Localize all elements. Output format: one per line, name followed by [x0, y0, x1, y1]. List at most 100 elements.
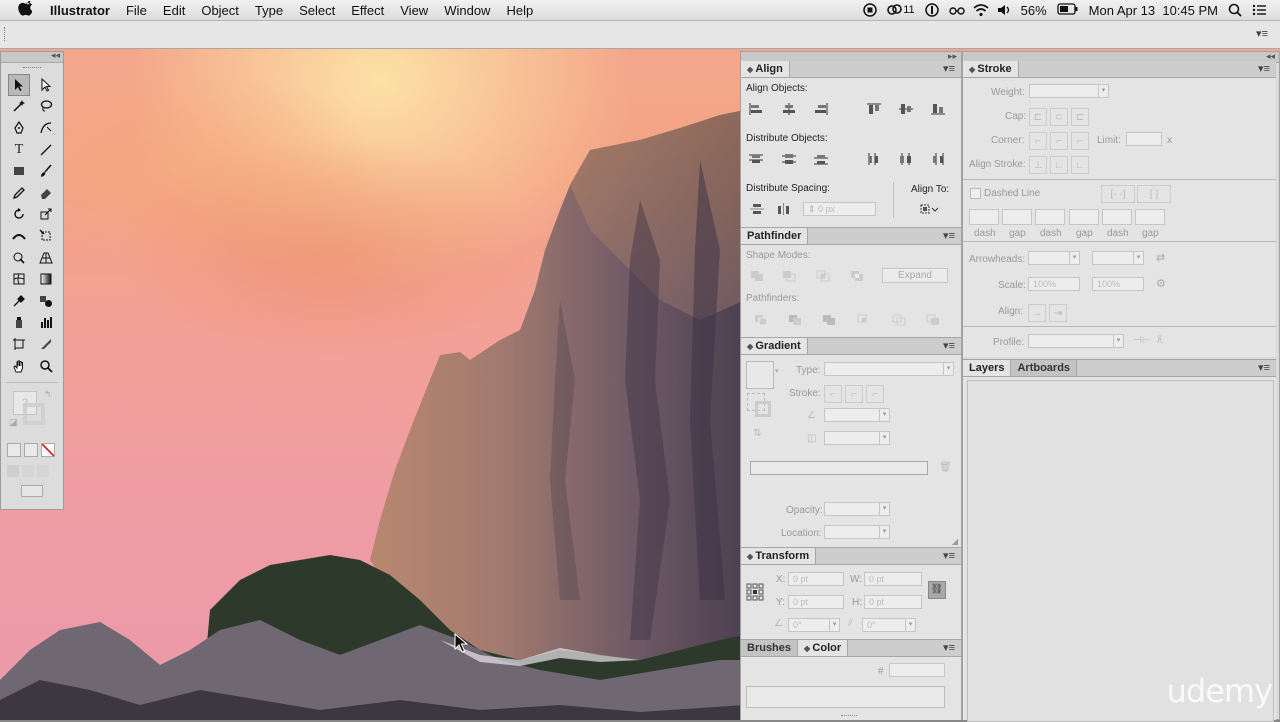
- pathfinder-panel-menu-icon[interactable]: ▾≡: [943, 228, 955, 244]
- none-mode-icon[interactable]: [41, 443, 55, 458]
- minus-front-icon[interactable]: [781, 268, 797, 284]
- minus-back-icon[interactable]: [925, 312, 941, 328]
- gradient-aspect-field[interactable]: ▾: [824, 431, 890, 445]
- battery-icon[interactable]: [1056, 3, 1079, 17]
- vertical-align-bottom-icon[interactable]: [930, 101, 946, 117]
- transform-h-field[interactable]: 0 pt: [864, 595, 922, 609]
- curvature-tool-icon[interactable]: [35, 117, 57, 139]
- gradient-mode-icon[interactable]: [24, 443, 38, 458]
- screen-mode-icon[interactable]: [21, 485, 43, 498]
- fill-stroke-widget[interactable]: ? ↰ ◪: [7, 389, 57, 437]
- glasses-icon[interactable]: [948, 3, 965, 17]
- line-segment-tool-icon[interactable]: [35, 139, 57, 161]
- menu-type[interactable]: Type: [247, 3, 291, 18]
- dashed-line-checkbox[interactable]: [970, 188, 981, 199]
- magic-wand-tool-icon[interactable]: [8, 96, 30, 118]
- menu-edit[interactable]: Edit: [155, 3, 193, 18]
- align-to-selection-icon[interactable]: [918, 201, 940, 217]
- tools-grip[interactable]: [23, 67, 41, 70]
- gradient-angle-field[interactable]: ▾: [824, 408, 890, 422]
- distribute-top-icon[interactable]: [748, 151, 764, 167]
- tools-panel-header[interactable]: ◂◂: [1, 50, 63, 63]
- dash-field-3[interactable]: [1102, 209, 1132, 225]
- butt-cap-icon[interactable]: ⊏: [1029, 108, 1047, 126]
- perspective-grid-tool-icon[interactable]: [35, 247, 57, 269]
- transform-y-field[interactable]: 0 pt: [788, 595, 844, 609]
- scale-tool-icon[interactable]: [35, 204, 57, 226]
- eyedropper-tool-icon[interactable]: [8, 290, 30, 312]
- round-cap-icon[interactable]: ⊂: [1050, 108, 1068, 126]
- draw-inside-icon[interactable]: [37, 465, 49, 478]
- horizontal-align-left-icon[interactable]: [748, 101, 764, 117]
- free-transform-tool-icon[interactable]: [35, 225, 57, 247]
- tab-brushes[interactable]: Brushes: [741, 640, 799, 656]
- swap-arrowheads-icon[interactable]: ⇄: [1156, 251, 1165, 264]
- lasso-tool-icon[interactable]: [35, 96, 57, 118]
- tab-gradient[interactable]: ◆ Gradient: [741, 338, 808, 354]
- bevel-join-icon[interactable]: ⌐: [1071, 132, 1089, 150]
- gap-field-3[interactable]: [1135, 209, 1165, 225]
- layers-panel-menu-icon[interactable]: ▾≡: [1258, 360, 1270, 376]
- width-tool-icon[interactable]: [8, 225, 30, 247]
- outline-icon[interactable]: [891, 312, 907, 328]
- align-stroke-inside-icon[interactable]: ∟: [1050, 156, 1068, 174]
- vertical-align-top-icon[interactable]: [866, 101, 882, 117]
- transform-panel-menu-icon[interactable]: ▾≡: [943, 548, 955, 564]
- menu-window[interactable]: Window: [436, 3, 498, 18]
- arrow-tip-beyond-icon[interactable]: →: [1028, 304, 1046, 322]
- wifi-icon[interactable]: [973, 3, 989, 17]
- fill-stroke-mini-icon[interactable]: [747, 393, 773, 419]
- menu-object[interactable]: Object: [193, 3, 247, 18]
- rectangle-tool-icon[interactable]: [8, 160, 30, 182]
- stroke-weight-field[interactable]: ▾: [1029, 84, 1109, 98]
- tab-stroke[interactable]: ◆ Stroke: [963, 61, 1019, 77]
- horizontal-distribute-space-icon[interactable]: [776, 201, 792, 217]
- color-spectrum-bar[interactable]: [746, 686, 945, 708]
- gradient-swatch-dropdown-icon[interactable]: ▾: [775, 367, 779, 375]
- horizontal-align-center-icon[interactable]: [781, 101, 797, 117]
- notification-center-icon[interactable]: [1252, 3, 1266, 17]
- link-scale-icon[interactable]: ⚙︎: [1156, 277, 1166, 290]
- panel-bottom-grip[interactable]: [841, 715, 857, 719]
- reverse-gradient-icon[interactable]: ⇅: [753, 428, 761, 439]
- flip-across-icon[interactable]: ⊼: [1156, 335, 1163, 346]
- tab-align[interactable]: ◆ Align: [741, 61, 790, 77]
- stroke-limit-field[interactable]: [1126, 132, 1162, 146]
- gradient-type-select[interactable]: ▾: [824, 362, 954, 376]
- gap-field-2[interactable]: [1069, 209, 1099, 225]
- miter-join-icon[interactable]: ⌐: [1029, 132, 1047, 150]
- column-graph-tool-icon[interactable]: [35, 312, 57, 334]
- round-join-icon[interactable]: ⌐: [1050, 132, 1068, 150]
- zoom-tool-icon[interactable]: [35, 355, 57, 377]
- eraser-tool-icon[interactable]: [35, 182, 57, 204]
- draw-behind-icon[interactable]: [22, 465, 34, 478]
- gradient-slider-bar[interactable]: [750, 461, 928, 475]
- control-bar-grip[interactable]: [4, 27, 7, 41]
- spotlight-search-icon[interactable]: [1228, 3, 1242, 17]
- gap-field-1[interactable]: [1002, 209, 1032, 225]
- tab-artboards[interactable]: Artboards: [1011, 360, 1078, 376]
- symbol-sprayer-tool-icon[interactable]: [8, 312, 30, 334]
- horizontal-align-right-icon[interactable]: [813, 101, 829, 117]
- distribute-horizontal-center-icon[interactable]: [898, 151, 914, 167]
- dash-field-1[interactable]: [969, 209, 999, 225]
- artboard-tool-icon[interactable]: [8, 333, 30, 355]
- transform-w-field[interactable]: 0 pt: [864, 572, 922, 586]
- control-bar-menu-icon[interactable]: ▾≡: [1256, 27, 1268, 40]
- tab-transform[interactable]: ◆ Transform: [741, 548, 817, 564]
- stroke-along-icon[interactable]: ⌐: [845, 385, 863, 403]
- volume-icon[interactable]: [997, 3, 1011, 17]
- crop-icon[interactable]: [856, 312, 872, 328]
- default-fill-stroke-icon[interactable]: ◪: [9, 417, 18, 428]
- info-icon[interactable]: [924, 3, 939, 17]
- draw-normal-icon[interactable]: [7, 465, 19, 478]
- tab-layers[interactable]: Layers: [963, 360, 1012, 376]
- align-stroke-center-icon[interactable]: ⊥: [1029, 156, 1047, 174]
- shape-builder-tool-icon[interactable]: [8, 247, 30, 269]
- vertical-align-center-icon[interactable]: [898, 101, 914, 117]
- blend-tool-icon[interactable]: [35, 290, 57, 312]
- tab-color[interactable]: ◆ Color: [798, 640, 849, 656]
- reference-point-icon[interactable]: [746, 583, 764, 601]
- gradient-opacity-field[interactable]: ▾: [824, 502, 890, 516]
- arrowhead-end-select[interactable]: ▾: [1092, 251, 1144, 265]
